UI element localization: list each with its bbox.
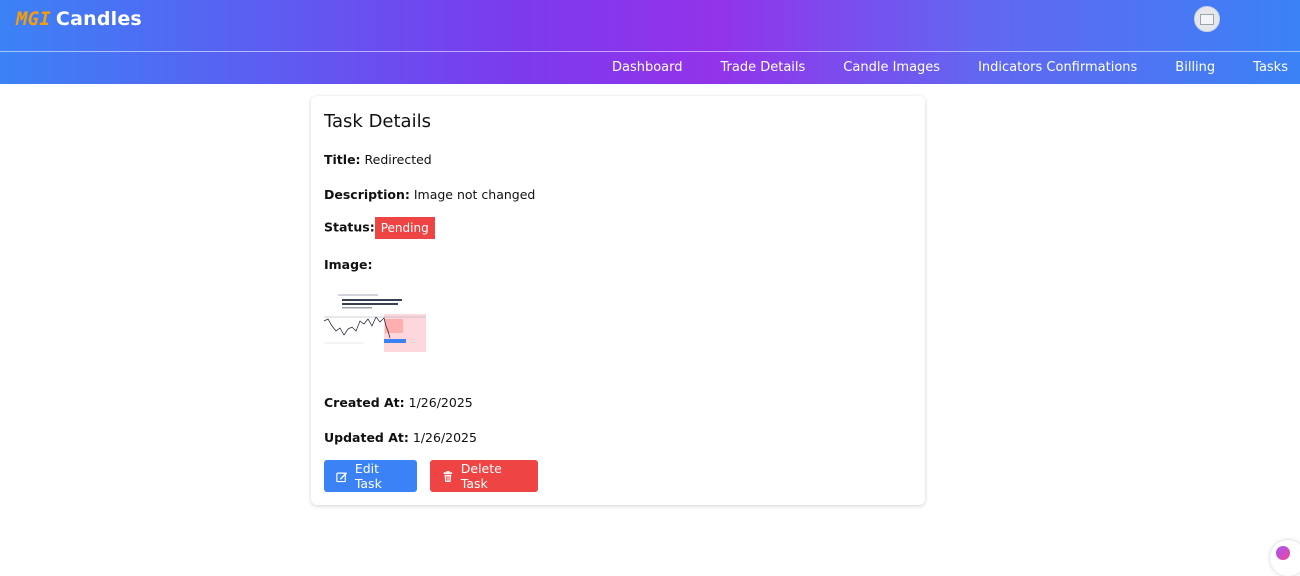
updated-at-label: Updated At: [324,430,409,445]
delete-task-label: Delete Task [460,461,502,491]
trash-icon [443,470,453,482]
chat-widget-icon [1276,546,1290,560]
image-label: Image: [324,257,373,272]
task-image-thumbnail[interactable] [323,291,426,357]
nav-item-indicators-confirmations[interactable]: Indicators Confirmations [978,60,1137,78]
brand-logo-part2: Candles [55,8,142,30]
status-badge: Pending [374,217,435,239]
title-field: Title: Redirected [324,152,432,167]
nav-item-billing[interactable]: Billing [1175,60,1215,78]
edit-task-button[interactable]: Edit Task [324,460,417,492]
chart-screenshot-image [323,291,426,357]
status-field: Status: Pending [324,217,435,239]
description-value: Image not changed [413,187,536,202]
nav-item-dashboard[interactable]: Dashboard [612,60,683,78]
edit-task-label: Edit Task [354,461,382,491]
image-field: Image: [324,257,373,272]
header-bar: MGI Candles Dashboard Trade Details Candl… [0,0,1300,84]
description-field: Description: Image not changed [324,187,535,202]
created-at-label: Created At: [324,395,405,410]
delete-task-button[interactable]: Delete Task [430,460,538,492]
description-label: Description: [324,187,410,202]
user-avatar[interactable] [1194,6,1220,32]
created-at-field: Created At: 1/26/2025 [324,395,473,410]
nav-item-tasks[interactable]: Tasks [1253,60,1288,78]
status-label: Status: [324,219,375,235]
edit-icon [336,471,348,482]
brand-logo-part1: MGI [16,8,51,30]
updated-at-value: 1/26/2025 [412,430,477,445]
brand-logo[interactable]: MGI Candles [16,8,142,30]
chat-widget-button[interactable] [1270,540,1300,576]
nav-item-candle-images[interactable]: Candle Images [843,60,940,78]
title-label: Title: [324,152,361,167]
updated-at-field: Updated At: 1/26/2025 [324,430,477,445]
task-details-card: Task Details Title: Redirected Descripti… [311,96,925,505]
created-at-value: 1/26/2025 [408,395,473,410]
title-value: Redirected [364,152,432,167]
page-title: Task Details [324,111,431,132]
nav-item-trade-details[interactable]: Trade Details [721,60,806,78]
main-nav: Dashboard Trade Details Candle Images In… [612,60,1300,78]
header-divider [0,51,1300,52]
